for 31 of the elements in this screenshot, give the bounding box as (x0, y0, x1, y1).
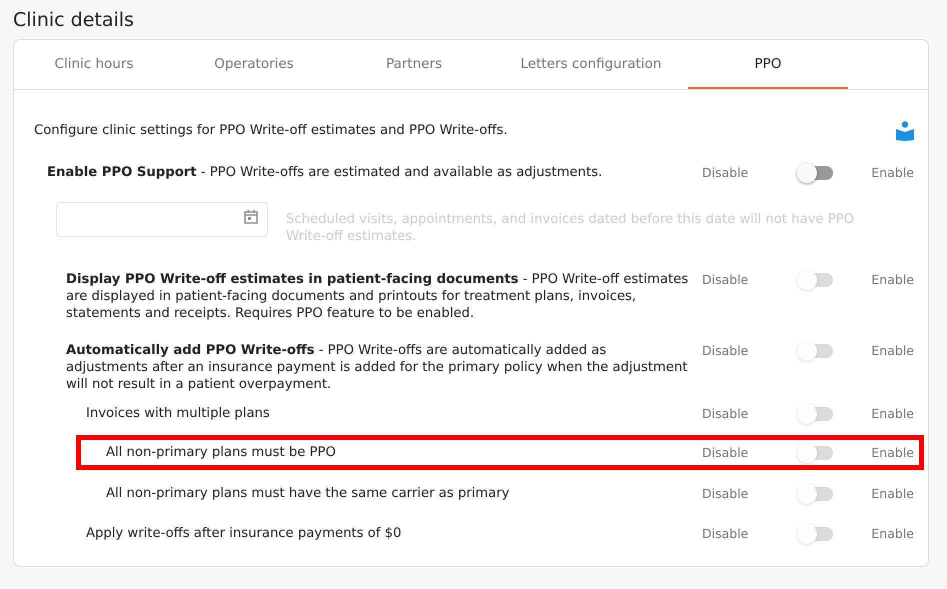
calendar-icon (244, 210, 258, 224)
tab[interactable]: Clinic hours (14, 40, 174, 89)
book-icon[interactable] (896, 121, 914, 141)
enable-label: Enable (871, 485, 914, 502)
enable-label: Enable (871, 164, 914, 181)
enable-label: Enable (871, 342, 914, 359)
disable-label: Disable (702, 271, 748, 288)
disable-label: Disable (702, 444, 748, 461)
tab[interactable]: PPO (688, 40, 848, 89)
setting-label: Display PPO Write-off estimates in patient-facing documents - PPO Write-off estimates are displayed in patient-facing documents and printouts for treatment plans, invoices, statements and receipts. Requires PPO feature to be enabled. (66, 271, 690, 322)
page-title: Clinic details (13, 8, 135, 32)
disable-label: Disable (702, 525, 748, 542)
setting-label: Enable PPO Support - PPO Write-offs are estimated and available as adjustments. (47, 164, 604, 181)
disable-label: Disable (702, 164, 748, 181)
toggle-switch[interactable] (798, 166, 833, 180)
enable-label: Enable (871, 525, 914, 542)
disable-label: Disable (702, 485, 748, 502)
enable-label: Enable (871, 444, 914, 461)
disable-label: Disable (702, 405, 748, 422)
enable-label: Enable (871, 405, 914, 422)
tab[interactable]: Partners (334, 40, 494, 89)
disable-label: Disable (702, 342, 748, 359)
setting-label: Automatically add PPO Write-offs - PPO Write-offs are automatically added as adjustments after an insurance payment is added for the primary policy when the adjustment will not result in a patient overpayment. (66, 342, 689, 393)
setting-label: Apply write-offs after insurance payments of $0 (86, 525, 402, 542)
setting-label: All non-primary plans must have the same carrier as primary (106, 485, 510, 502)
setting-label: Invoices with multiple plans (86, 405, 271, 422)
intro-text: Configure clinic settings for PPO Write-off estimates and PPO Write-offs. (34, 122, 508, 138)
enable-label: Enable (871, 271, 914, 288)
setting-label: All non-primary plans must be PPO (106, 444, 337, 461)
tab[interactable]: Operatories (174, 40, 334, 89)
tab[interactable]: Letters configuration (494, 40, 688, 89)
